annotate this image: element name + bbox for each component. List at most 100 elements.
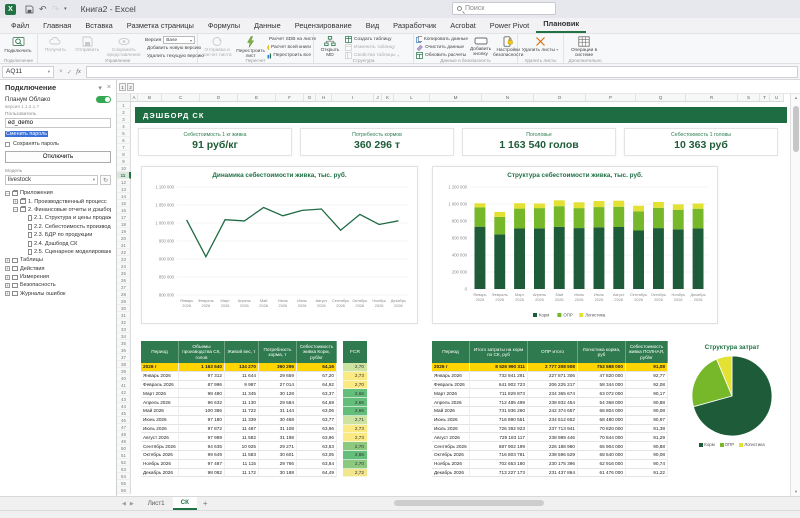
row-header[interactable]: 15 [117, 200, 131, 207]
ribbon-tab[interactable]: Формулы [201, 18, 247, 33]
table-cell[interactable]: Апрель 2026 [141, 398, 179, 407]
table-cell[interactable]: Декабрь 2026 [141, 469, 179, 478]
table-cell[interactable]: Ноябрь 2026 [432, 460, 470, 469]
row-header[interactable]: 3 [117, 116, 131, 123]
table-cell[interactable]: 29 766 [259, 460, 297, 469]
row-header[interactable]: 36 [117, 347, 131, 354]
table-cell[interactable]: Июнь 2026 [432, 416, 470, 425]
table-cell[interactable]: 11 582 [225, 433, 259, 442]
row-header[interactable]: 53 [117, 466, 131, 473]
tree-item[interactable]: +1. Производственный процесс [5, 197, 111, 205]
ribbon-tab[interactable]: Вид [359, 18, 386, 33]
row-header[interactable]: 40 [117, 375, 131, 382]
ribbon-tab[interactable]: Рецензирование [288, 18, 359, 33]
table-cell[interactable]: 90,88 [626, 442, 668, 451]
table-cell[interactable]: Сентябрь 2026 [141, 442, 179, 451]
fcr-cell[interactable]: 2,66 [343, 407, 367, 416]
table-cell[interactable]: 2026 г [141, 363, 179, 372]
row-header[interactable]: 44 [117, 403, 131, 410]
table-cell[interactable]: 711 829 873 [470, 389, 528, 398]
table-cell[interactable]: 713 227 173 [470, 469, 528, 478]
table-cell[interactable]: 31 108 [259, 425, 297, 434]
tree-expander-icon[interactable]: + [5, 283, 10, 288]
table-cell[interactable]: 8 526 990 311 [470, 363, 528, 372]
outline-level-1-button[interactable]: 1 [119, 83, 126, 91]
tree-item[interactable]: +Таблицы [5, 256, 111, 264]
tree-expander-icon[interactable]: + [5, 291, 10, 296]
row-header[interactable]: 50 [117, 445, 131, 452]
ribbon-tab[interactable]: Разработчик [386, 18, 443, 33]
qat-customize-icon[interactable]: ▾ [64, 7, 67, 12]
table-cell[interactable]: 63 072 000 [578, 389, 626, 398]
tree-item[interactable]: +Безопасность [5, 281, 111, 289]
table-cell[interactable]: 11 130 [225, 398, 259, 407]
row-header[interactable]: 16 [117, 207, 131, 214]
table-cell[interactable]: 716 890 551 [470, 416, 528, 425]
tree-item[interactable]: 2.1. Структура и цены продаж [5, 214, 111, 222]
row-header[interactable]: 5 [117, 130, 131, 137]
tree-expander-icon[interactable]: + [5, 275, 10, 280]
table-cell[interactable]: 100 386 [179, 407, 225, 416]
table-cell[interactable]: 68 480 000 [578, 416, 626, 425]
change-password-link[interactable]: Сменить пароль [5, 131, 48, 137]
save-icon[interactable] [25, 5, 34, 14]
row-header[interactable]: 20 [117, 235, 131, 242]
table-cell[interactable]: 63,77 [297, 416, 337, 425]
tree-expander-icon[interactable]: + [5, 258, 10, 263]
table-cell[interactable]: Февраль 2026 [141, 381, 179, 390]
prev-sheet-icon[interactable]: ◀ [122, 501, 126, 507]
table-cell[interactable]: Июнь 2026 [141, 416, 179, 425]
fcr-cell[interactable]: 2,70 [343, 460, 367, 469]
fcr-cell[interactable]: 2,70 [343, 442, 367, 451]
column-header[interactable]: O [534, 94, 586, 101]
sheet-tab-list1[interactable]: Лист1 [140, 497, 173, 510]
row-header[interactable]: 26 [117, 277, 131, 284]
new-sheet-icon[interactable]: + [197, 497, 214, 510]
row-header[interactable]: 42 [117, 389, 131, 396]
fcr-cell[interactable]: 2,71 [343, 416, 367, 425]
scroll-down-icon[interactable]: ▼ [791, 488, 800, 496]
create-table-button[interactable]: Создать таблицу [345, 36, 409, 43]
table-cell[interactable]: 97 312 [179, 372, 225, 381]
table-cell[interactable]: Июль 2026 [432, 425, 470, 434]
table-cell[interactable]: 92,77 [626, 372, 668, 381]
table-cell[interactable]: 64,16 [297, 363, 337, 372]
table-cell[interactable]: Октябрь 2026 [141, 451, 179, 460]
row-header[interactable]: 41 [117, 382, 131, 389]
table-cell[interactable]: 63,96 [297, 425, 337, 434]
ribbon-tab[interactable]: Power Pivot [483, 18, 536, 33]
table-cell[interactable]: 27 014 [259, 381, 297, 390]
fcr-cell[interactable]: 2,73 [343, 433, 367, 442]
row-header[interactable]: 13 [117, 186, 131, 193]
table-cell[interactable]: 98 082 [179, 469, 225, 478]
table-cell[interactable]: 238 596 529 [528, 451, 578, 460]
table-cell[interactable]: 98 480 [179, 389, 225, 398]
row-header[interactable]: 22 [117, 249, 131, 256]
model-select[interactable]: livestock▾ [5, 175, 98, 185]
table-cell[interactable]: 90,97 [626, 416, 668, 425]
table-cell[interactable]: Март 2026 [432, 389, 470, 398]
table-cell[interactable]: 11 339 [225, 416, 259, 425]
row-header[interactable]: 33 [117, 326, 131, 333]
table-cell[interactable]: 63,06 [297, 407, 337, 416]
table-cell[interactable]: 230 175 396 [528, 460, 578, 469]
table-cell[interactable]: 687 902 199 [470, 442, 528, 451]
tree-expander-icon[interactable]: − [5, 191, 10, 196]
table-cell[interactable]: 29 659 [259, 372, 297, 381]
calc-book-button[interactable]: Расчет всей книги [267, 44, 311, 51]
ribbon-tab[interactable]: Плановик [536, 16, 586, 33]
table-cell[interactable]: 68 540 000 [578, 451, 626, 460]
table-cell[interactable]: 63,96 [297, 433, 337, 442]
table-cell[interactable]: 134 270 [225, 363, 259, 372]
table-cell[interactable]: Ноябрь 2026 [141, 460, 179, 469]
table-cell[interactable]: 29 271 [259, 442, 297, 451]
table-cell[interactable]: 11 345 [225, 389, 259, 398]
table-cell[interactable]: 96 632 [179, 398, 225, 407]
disconnect-button[interactable]: Отключить [5, 151, 111, 163]
table-cell[interactable]: 237 713 941 [528, 425, 578, 434]
row-header[interactable]: 8 [117, 151, 131, 158]
column-header[interactable]: G [304, 94, 316, 101]
row-header[interactable]: 12 [117, 179, 131, 186]
column-header[interactable]: A [131, 94, 138, 101]
clear-data-button[interactable]: Очистить данные [416, 44, 468, 51]
